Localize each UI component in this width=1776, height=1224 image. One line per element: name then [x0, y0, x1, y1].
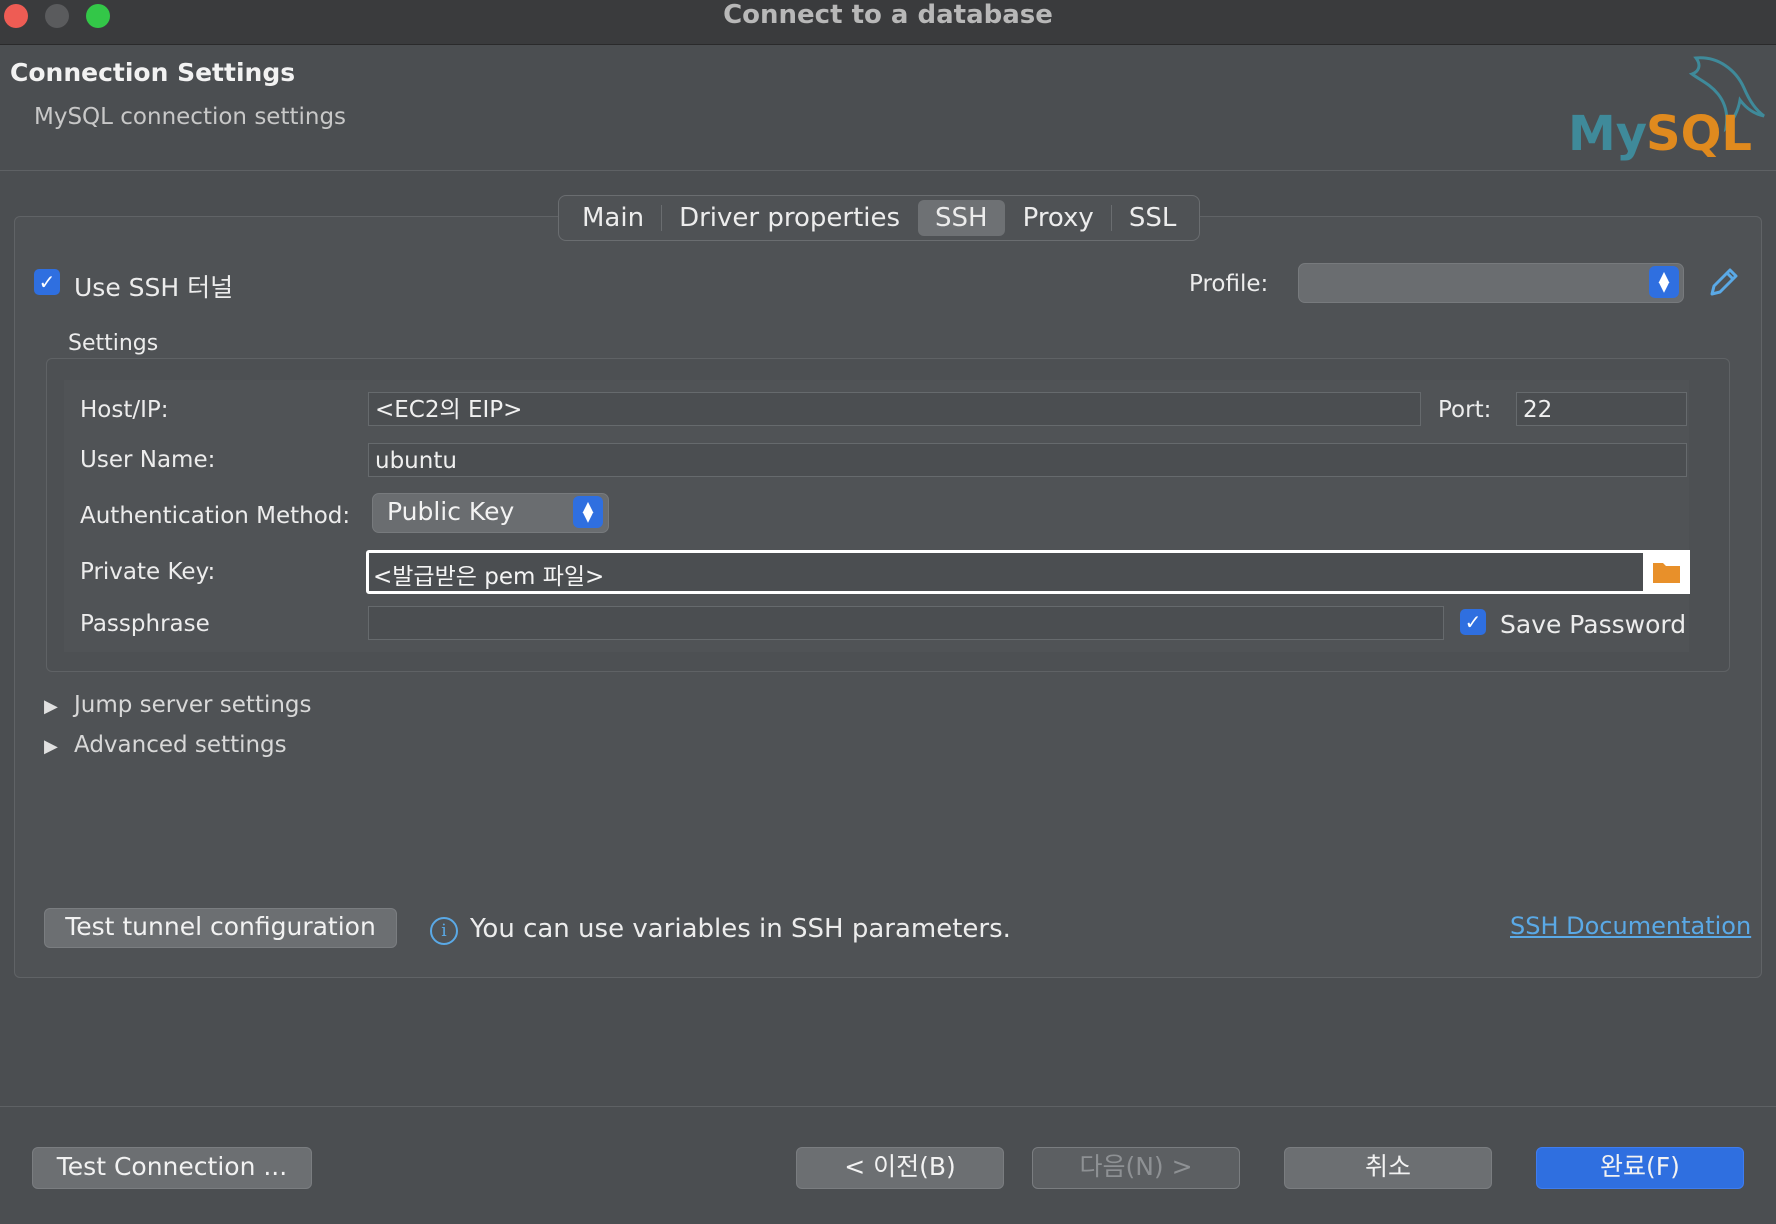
profile-label: Profile: [1189, 271, 1269, 297]
cancel-button[interactable]: 취소 [1284, 1147, 1492, 1189]
back-button[interactable]: < 이전(B) [796, 1147, 1004, 1189]
finish-button[interactable]: 완료(F) [1536, 1147, 1744, 1189]
passphrase-label: Passphrase [80, 611, 210, 637]
test-connection-button[interactable]: Test Connection ... [32, 1147, 312, 1189]
tab-ssh[interactable]: SSH [918, 200, 1005, 236]
mysql-logo-text-my: My [1568, 106, 1647, 162]
page-title: Connection Settings [10, 58, 296, 87]
page-subtitle: MySQL connection settings [34, 104, 347, 130]
profile-select[interactable]: ▲ ▼ [1298, 263, 1684, 303]
username-input[interactable]: ubuntu [368, 443, 1687, 477]
browse-file-button[interactable] [1643, 550, 1690, 594]
edit-profile-icon[interactable] [1706, 266, 1740, 300]
expand-triangle-icon[interactable]: ▶ [44, 736, 58, 757]
settings-group-label: Settings [68, 331, 159, 356]
auth-method-label: Authentication Method: [80, 503, 351, 529]
jump-server-settings[interactable]: Jump server settings [74, 692, 312, 718]
use-ssh-tunnel-label: Use SSH 터널 [74, 273, 234, 302]
private-key-input[interactable]: <발급받은 pem 파일> [373, 557, 604, 591]
info-icon: i [430, 917, 458, 945]
auth-method-select[interactable]: Public Key ▲ ▼ [372, 493, 609, 533]
tab-bar: Main Driver properties SSH Proxy SSL [558, 195, 1201, 241]
tab-ssl[interactable]: SSL [1112, 200, 1194, 236]
use-ssh-tunnel-checkbox[interactable]: ✓ [34, 269, 60, 295]
host-input[interactable]: <EC2의 EIP> [368, 392, 1421, 426]
tab-driver-properties[interactable]: Driver properties [662, 200, 917, 236]
passphrase-input[interactable] [368, 606, 1444, 640]
footer-divider [0, 1106, 1776, 1107]
folder-icon [1653, 563, 1680, 583]
host-label: Host/IP: [80, 397, 169, 423]
auth-method-value: Public Key [387, 497, 515, 526]
save-password-checkbox[interactable]: ✓ [1460, 609, 1486, 635]
window-title: Connect to a database [723, 0, 1053, 30]
expand-triangle-icon[interactable]: ▶ [44, 696, 58, 717]
username-label: User Name: [80, 447, 216, 473]
private-key-field[interactable]: <발급받은 pem 파일> [366, 550, 1690, 594]
mysql-logo: My SQL [1568, 52, 1768, 162]
mysql-logo-text-sql: SQL [1646, 106, 1752, 162]
advanced-settings[interactable]: Advanced settings [74, 732, 287, 758]
ssh-documentation-link[interactable]: SSH Documentation [1510, 912, 1751, 940]
tab-proxy[interactable]: Proxy [1006, 200, 1111, 236]
chevron-updown-icon: ▲ ▼ [573, 496, 603, 528]
next-button[interactable]: 다음(N) > [1032, 1147, 1240, 1189]
info-text: You can use variables in SSH parameters. [470, 914, 1011, 944]
port-label: Port: [1438, 397, 1492, 423]
title-bar: Connect to a database [0, 0, 1776, 45]
save-password-label: Save Password [1500, 610, 1687, 639]
private-key-label: Private Key: [80, 559, 216, 585]
port-input[interactable]: 22 [1516, 392, 1687, 426]
chevron-updown-icon: ▲ ▼ [1649, 266, 1679, 298]
tab-main[interactable]: Main [565, 200, 661, 236]
test-tunnel-button[interactable]: Test tunnel configuration [44, 908, 397, 948]
